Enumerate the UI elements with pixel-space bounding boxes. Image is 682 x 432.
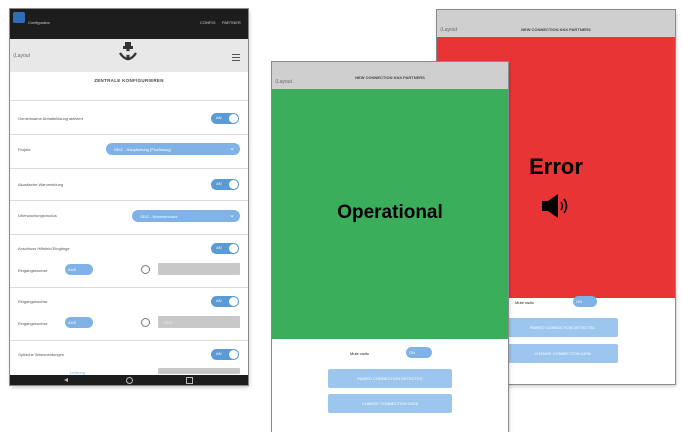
speaker-sound-icon <box>540 193 572 224</box>
ueberwachung-select-value: SEIZ - Normalmodus <box>140 214 178 219</box>
app-icon <box>13 12 25 23</box>
ueberwachung-select[interactable]: SEIZ - Normalmodus ⌄ <box>132 210 240 222</box>
pill-label: AUS <box>68 267 77 272</box>
divider <box>10 168 248 169</box>
toggle-on-label: AN <box>216 181 222 186</box>
operational-screen: ⟨Layout NEW CONNECTION KNX PARTNERS Oper… <box>272 62 508 432</box>
toggle-on-label: AN <box>216 298 222 303</box>
operational-status-text: Operational <box>337 202 443 223</box>
sub-label-eingangsbuchse: Eingangsbuchse <box>18 268 48 273</box>
divider <box>10 100 248 101</box>
eingang-pill-2[interactable]: AUS <box>65 317 93 328</box>
nav-recent-icon[interactable] <box>186 377 193 384</box>
toggle-eingangsbuchse[interactable]: AN <box>211 296 239 307</box>
row-label-abhalte: Gemeinsame Abhaltelösung aktiviert <box>18 116 83 121</box>
page-title: ZENTRALE KONFIGURIEREN <box>94 78 164 83</box>
divider <box>10 340 248 341</box>
back-label: Layout <box>14 53 30 59</box>
operational-header: ⟨Layout NEW CONNECTION KNX PARTNERS <box>272 62 508 89</box>
back-button[interactable]: ⟨Layout <box>13 53 30 59</box>
nav-back-icon[interactable] <box>64 378 68 382</box>
divider <box>10 234 248 235</box>
paired-connection-button[interactable]: PAIRED CONNECTION DETECTED <box>328 369 452 388</box>
chevron-down-icon: ⌄ <box>229 212 235 219</box>
disabled-input-2: GED <box>158 316 240 328</box>
mute-toggle[interactable]: ON <box>573 296 597 307</box>
mute-toggle-label: ON <box>409 350 415 355</box>
mute-label: Mute radio <box>350 351 369 356</box>
projekt-select-value: SEIZ - Hauptleitung (Fluchtweg) <box>114 147 171 152</box>
pill-label: AUS <box>68 320 77 325</box>
paired-connection-button[interactable]: PAIRED CONNECTION DETECTED <box>507 318 618 337</box>
error-header: ⟨Layout NEW CONNECTION KNX PARTNERS <box>437 10 675 37</box>
row-label-eingangsbuchse: Eingangsbuchse <box>18 299 48 304</box>
toggle-abhalte[interactable]: AN <box>211 113 239 124</box>
header-title: NEW CONNECTION KNX PARTNERS <box>521 27 591 32</box>
app-header: ⟨Layout <box>10 39 248 72</box>
info-circle-icon[interactable] <box>141 318 150 327</box>
divider <box>10 287 248 288</box>
nav-home-icon[interactable] <box>126 377 133 384</box>
toggle-optisch[interactable]: AN <box>211 349 239 360</box>
row-label-projekt: Projekt <box>18 147 31 152</box>
toggle-on-label: AN <box>216 245 222 250</box>
menu-icon[interactable] <box>232 54 240 61</box>
disabled-input <box>158 263 240 275</box>
info-circle-icon[interactable] <box>141 265 150 274</box>
anchor-tower-logo-icon <box>118 41 138 68</box>
mute-toggle[interactable]: ON <box>406 347 432 358</box>
change-connection-button[interactable]: CHANGE CONNECTION DATA <box>507 344 618 363</box>
divider <box>10 200 248 201</box>
nav-bar <box>10 375 248 385</box>
toggle-on-label: AN <box>216 351 222 356</box>
row-label-hilfsfeld: Anschluss Hilfsfeld Eingänge <box>18 246 70 251</box>
mute-label: Mute radio <box>515 300 534 305</box>
chevron-down-icon: ⌄ <box>229 145 235 152</box>
row-label-ueberwachung: Überwachungsmodus <box>18 213 57 218</box>
toggle-on-label: AN <box>216 115 222 120</box>
change-connection-button[interactable]: CHANGE CONNECTION DATA <box>328 394 452 413</box>
status-bar: Configurator CONFIG PARTNER <box>10 9 248 39</box>
divider <box>10 134 248 135</box>
status-right-a[interactable]: CONFIG <box>200 20 216 25</box>
header-title: NEW CONNECTION KNX PARTNERS <box>355 75 425 80</box>
sub-label-eingangsbuchse-2: Eingangsbuchse <box>18 321 48 326</box>
mute-toggle-label: ON <box>576 299 582 304</box>
settings-screen: Configurator CONFIG PARTNER ⟨Layout ZENT… <box>10 9 248 385</box>
operational-status-panel: Operational <box>272 89 508 339</box>
projekt-select[interactable]: SEIZ - Hauptleitung (Fluchtweg) ⌄ <box>106 143 240 155</box>
row-label-optisch: Optische Warnmeldungen <box>18 352 65 357</box>
app-name: Configurator <box>28 20 51 25</box>
status-right-b[interactable]: PARTNER <box>222 20 241 25</box>
toggle-hilfsfeld[interactable]: AN <box>211 243 239 254</box>
disabled-input-value: GED <box>164 320 173 325</box>
eingang-pill[interactable]: AUS <box>65 264 93 275</box>
toggle-akustisch[interactable]: AN <box>211 179 239 190</box>
row-label-akustisch: Akustische Warnmeldung <box>18 182 64 187</box>
disabled-input-3 <box>158 368 240 374</box>
